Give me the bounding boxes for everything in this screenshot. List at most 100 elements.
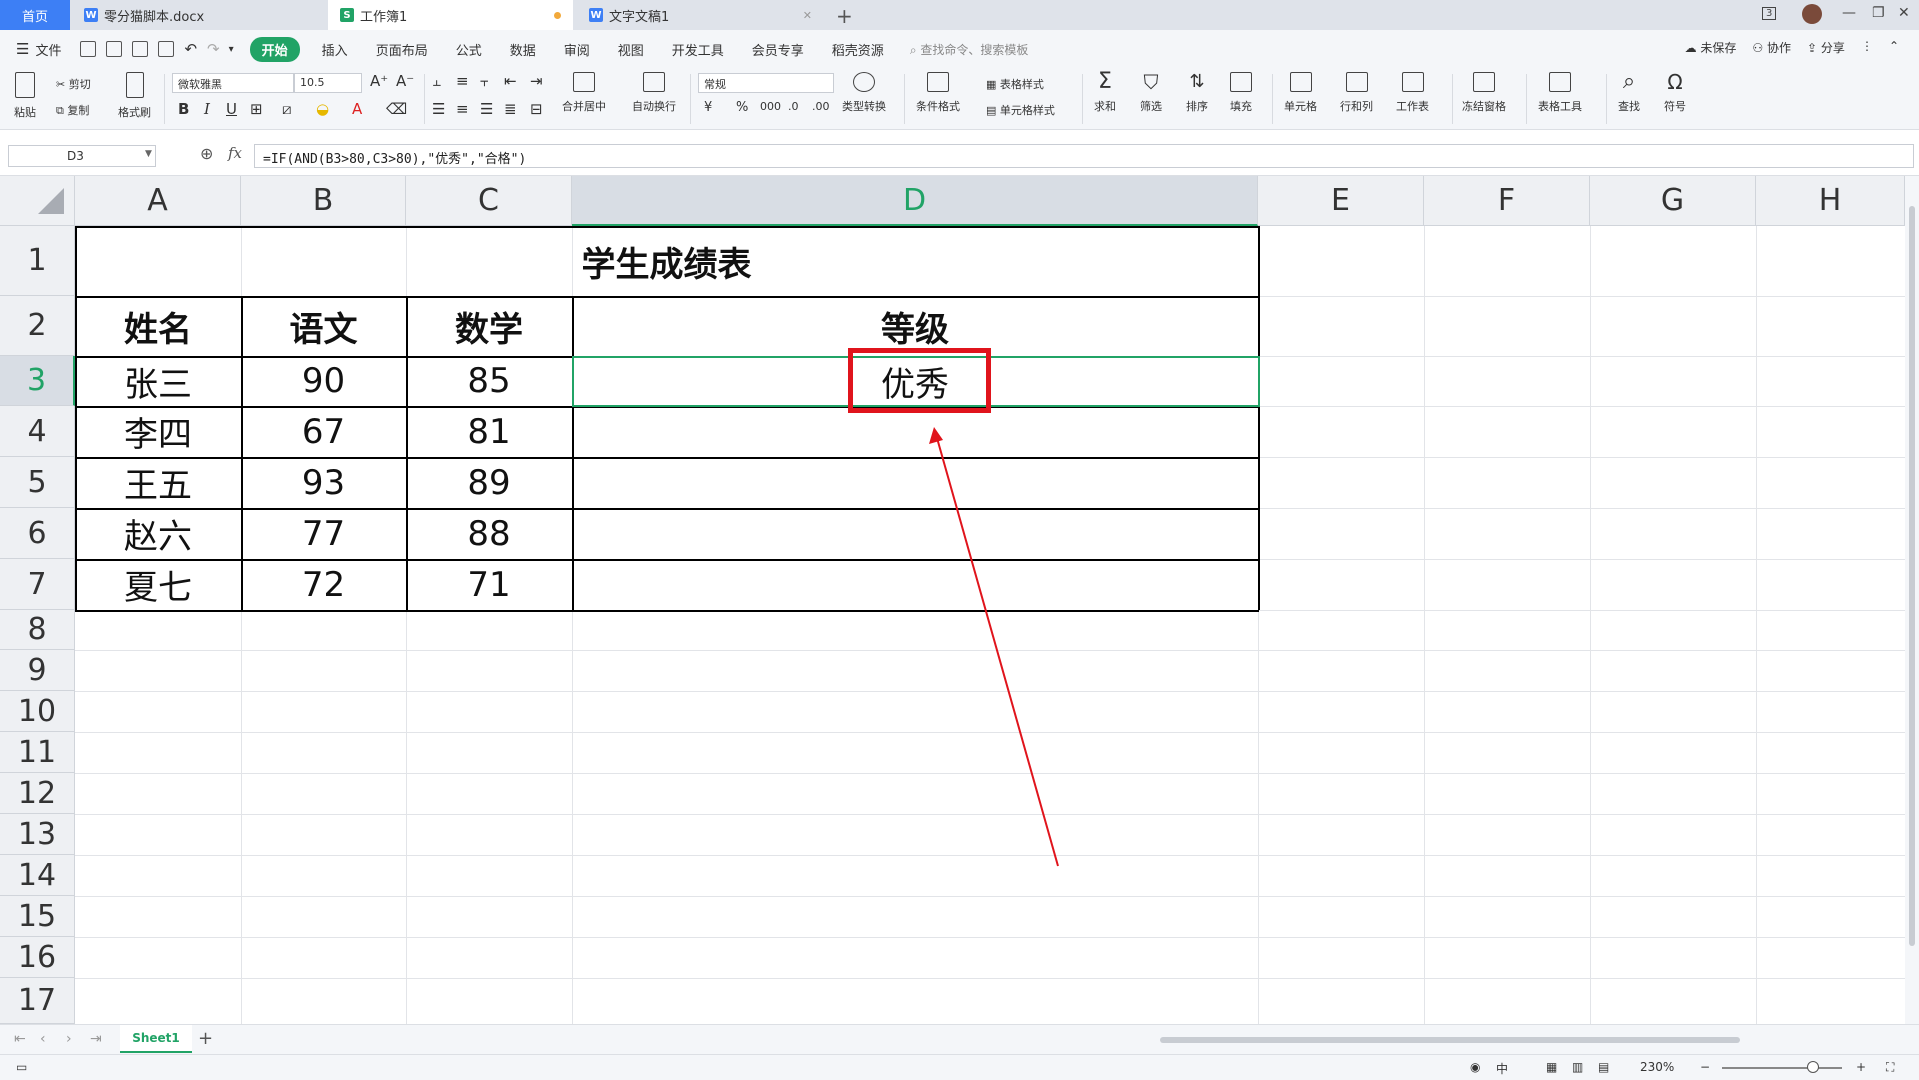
eye-protect-icon[interactable]: ◉ (1470, 1060, 1480, 1074)
undo-icon[interactable]: ↶ (184, 40, 197, 58)
decrease-decimal-icon[interactable]: .00 (812, 100, 830, 113)
tab-workbook[interactable]: S 工作簿1 (328, 0, 573, 30)
menu-home[interactable]: 开始 (249, 36, 300, 62)
menu-docer[interactable]: 稻壳资源 (818, 40, 898, 59)
row-col-button[interactable]: 行和列 (1340, 72, 1373, 114)
chevron-down-icon[interactable]: ▼ (145, 149, 152, 159)
table-tools-button[interactable]: 表格工具 (1538, 72, 1582, 114)
sort-button[interactable]: ⇅ 排序 (1186, 72, 1208, 114)
number-format-select[interactable]: 常规 (698, 73, 834, 93)
name-box[interactable]: D3 (8, 145, 156, 167)
fill-color-icon[interactable]: ◒ (316, 100, 329, 118)
menu-member[interactable]: 会员专享 (738, 40, 818, 59)
merge-center-button[interactable]: 合并居中 (562, 72, 606, 114)
minimize-icon[interactable]: — (1842, 5, 1856, 21)
format-painter-button[interactable]: 格式刷 (118, 72, 151, 120)
increase-font-icon[interactable]: A⁺ (370, 72, 388, 90)
menu-formula[interactable]: 公式 (442, 40, 496, 59)
font-name-select[interactable]: 微软雅黑 (172, 73, 294, 93)
collab-button[interactable]: ⚇ 协作 (1752, 39, 1791, 56)
tab-document-2[interactable]: W 文字文稿1 ✕ (577, 0, 822, 30)
fx-icon[interactable]: fx (228, 144, 242, 162)
tab-document-1[interactable]: W 零分猫脚本.docx (72, 0, 327, 30)
zoom-slider[interactable] (1722, 1067, 1842, 1069)
symbol-button[interactable]: Ω 符号 (1664, 72, 1686, 114)
unsaved-button[interactable]: ☁ 未保存 (1685, 39, 1737, 56)
underline-icon[interactable]: U (226, 100, 237, 118)
new-tab-button[interactable]: + (836, 4, 853, 28)
bold-icon[interactable]: B (178, 100, 189, 118)
find-button[interactable]: ⌕ 查找 (1618, 71, 1640, 114)
menu-file[interactable]: 文件 (29, 40, 75, 59)
align-bottom-icon[interactable]: ⫟ (480, 72, 489, 90)
collapse-ribbon-icon[interactable]: ⌃ (1889, 39, 1899, 56)
decrease-font-icon[interactable]: A⁻ (396, 72, 414, 90)
menu-insert[interactable]: 插入 (308, 40, 362, 59)
formula-input[interactable]: =IF(AND(B3>80,C3>80),"优秀","合格") (254, 144, 1914, 168)
command-search[interactable]: ⌕ 查找命令、搜索模板 (910, 41, 1029, 58)
window-count-badge[interactable]: 3 (1762, 7, 1777, 20)
zoom-formula-icon[interactable]: ⊕ (200, 144, 213, 163)
input-method-icon[interactable]: 中 (1496, 1060, 1508, 1077)
menu-review[interactable]: 审阅 (550, 40, 604, 59)
type-convert-button[interactable]: 类型转换 (842, 72, 886, 114)
conditional-format-button[interactable]: 条件格式 (916, 72, 960, 114)
menu-view[interactable]: 视图 (604, 40, 658, 59)
clear-format-icon[interactable]: ⌫ (386, 100, 407, 118)
more-icon[interactable]: ⋮ (1861, 39, 1873, 56)
redo-icon[interactable]: ↷ (207, 40, 220, 58)
page-break-view-icon[interactable]: ▤ (1598, 1060, 1609, 1074)
sum-button[interactable]: Σ 求和 (1094, 71, 1116, 114)
macro-record-icon[interactable]: ▭ (16, 1060, 27, 1074)
thousands-icon[interactable]: 000 (760, 100, 781, 113)
share-button[interactable]: ⇪ 分享 (1807, 39, 1845, 56)
percent-icon[interactable]: % (736, 100, 748, 115)
spreadsheet-grid[interactable]: ABCDEFGH 1 2 3 4 5 6 7 8 9 10 11 12 13 14 15 16 17 学生成绩表… (0, 176, 1905, 1024)
print-icon[interactable] (132, 41, 149, 57)
zoom-out-icon[interactable]: − (1700, 1060, 1710, 1074)
align-right-icon[interactable]: ☰ (480, 100, 493, 118)
horizontal-scroll-thumb[interactable] (1160, 1037, 1740, 1043)
first-sheet-icon[interactable]: ⇤ (14, 1031, 26, 1047)
avatar[interactable] (1802, 4, 1822, 24)
border-icon[interactable]: ⊞ (250, 100, 263, 118)
indent-decrease-icon[interactable]: ⇤ (504, 72, 517, 90)
sheet-tab[interactable]: Sheet1 (120, 1025, 192, 1053)
distribute-icon[interactable]: ⊟ (530, 100, 543, 118)
copy-button[interactable]: ⧉ 复制 (56, 102, 89, 118)
zoom-level[interactable]: 230% (1640, 1060, 1674, 1074)
fill-button[interactable]: 填充 (1230, 72, 1252, 114)
font-color-icon[interactable]: A (352, 100, 362, 118)
freeze-panes-button[interactable]: 冻结窗格 (1462, 72, 1506, 114)
increase-decimal-icon[interactable]: .0 (788, 100, 799, 113)
align-middle-icon[interactable]: ≡ (456, 72, 469, 90)
menu-data[interactable]: 数据 (496, 40, 550, 59)
normal-view-icon[interactable]: ▦ (1546, 1060, 1557, 1074)
zoom-slider-knob[interactable] (1807, 1061, 1819, 1073)
align-left-icon[interactable]: ☰ (432, 100, 445, 118)
print-preview-icon[interactable] (158, 41, 175, 57)
hamburger-icon[interactable]: ☰ (16, 40, 29, 58)
menu-developer[interactable]: 开发工具 (658, 40, 738, 59)
paste-button[interactable]: 粘贴 (14, 72, 36, 120)
close-tab-icon[interactable]: ✕ (803, 9, 812, 22)
fullscreen-icon[interactable]: ⛶ (1886, 1060, 1894, 1075)
vertical-scrollbar[interactable] (1905, 176, 1919, 1024)
filter-button[interactable]: ⛉ 筛选 (1140, 72, 1162, 114)
currency-icon[interactable]: ¥ (704, 100, 712, 115)
save-icon[interactable] (80, 41, 97, 57)
tab-home[interactable]: 首页 (0, 0, 70, 30)
prev-sheet-icon[interactable]: ‹ (40, 1031, 46, 1047)
font-size-select[interactable]: 10.5 (294, 73, 362, 93)
indent-increase-icon[interactable]: ⇥ (530, 72, 543, 90)
cell-button[interactable]: 单元格 (1284, 72, 1317, 114)
next-sheet-icon[interactable]: › (66, 1031, 72, 1047)
quick-access-dropdown-icon[interactable]: ▾ (229, 44, 234, 55)
wrap-text-button[interactable]: 自动换行 (632, 72, 676, 114)
cell-style-button[interactable]: ▤ 单元格样式 (986, 102, 1055, 118)
table-style-button[interactable]: ▦ 表格样式 (986, 76, 1044, 92)
fill-style-icon[interactable]: ⧄ (282, 100, 292, 118)
last-sheet-icon[interactable]: ⇥ (90, 1031, 102, 1047)
vertical-scroll-thumb[interactable] (1909, 206, 1915, 946)
menu-page-layout[interactable]: 页面布局 (362, 40, 442, 59)
